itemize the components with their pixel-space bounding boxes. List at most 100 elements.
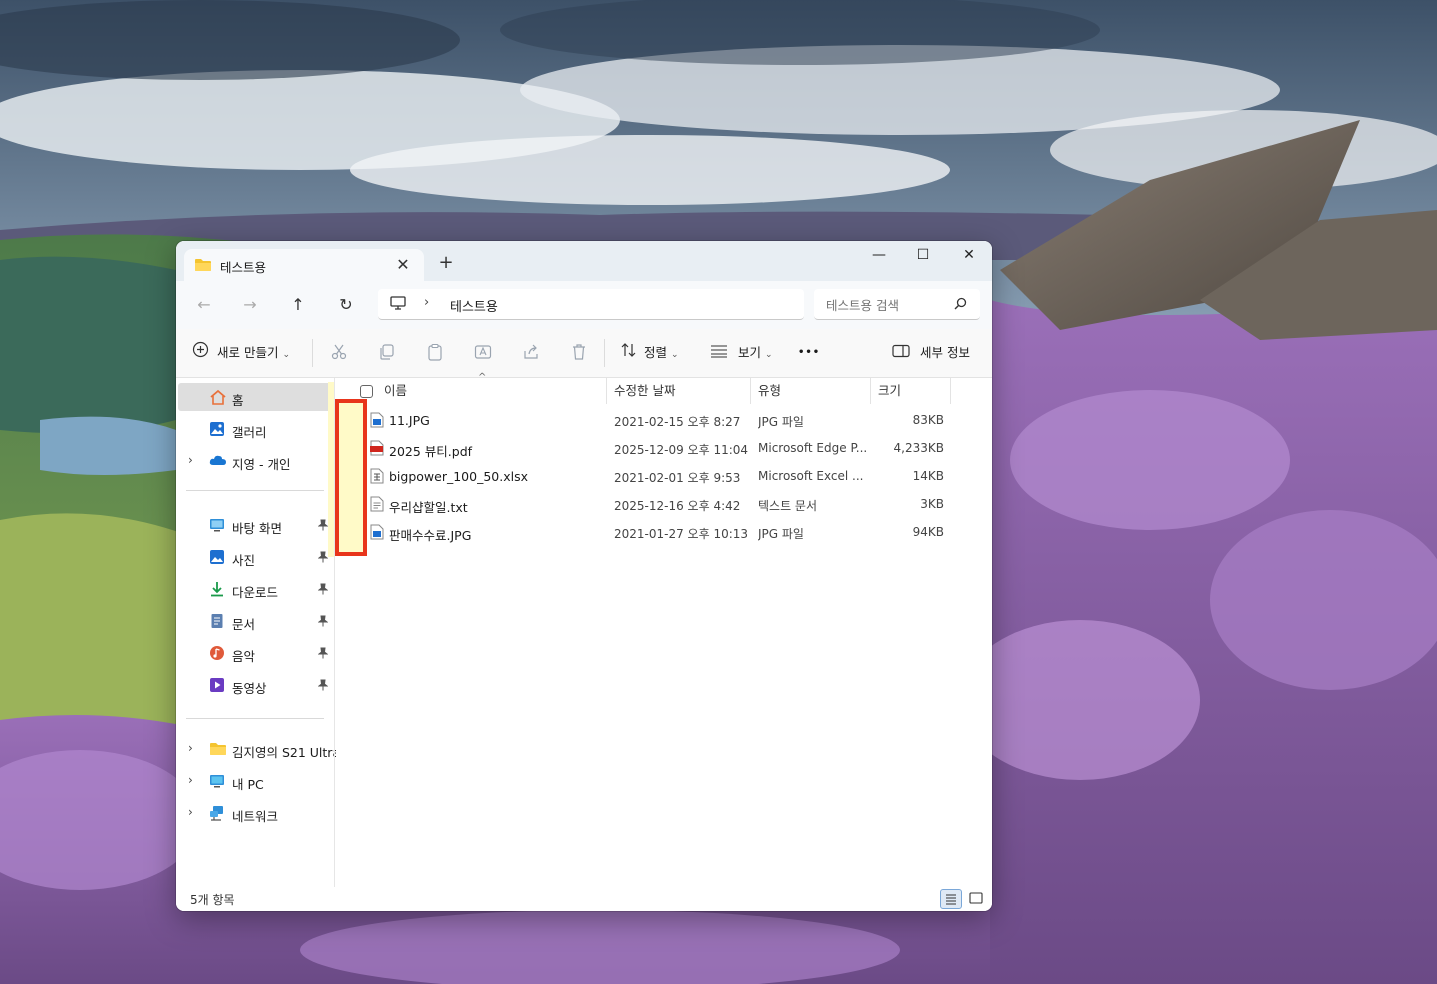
search-icon[interactable] [954, 297, 967, 313]
tab-title: 테스트용 [220, 260, 267, 275]
file-type: JPG 파일 [758, 415, 804, 429]
documents-icon [209, 613, 225, 629]
new-item-button[interactable]: 새로 만들기 ⌄ [192, 341, 290, 365]
pin-icon[interactable] [317, 647, 329, 659]
pin-icon[interactable] [317, 551, 329, 563]
file-row[interactable]: 판매수수료.JPG 2021-01-27 오후 10:13 JPG 파일 94K… [336, 518, 976, 546]
column-header-size[interactable]: 크기 [878, 378, 901, 404]
new-item-label: 새로 만들기 [216, 345, 279, 360]
text-file-icon [370, 496, 384, 512]
minimize-button[interactable]: — [856, 241, 902, 271]
rename-icon[interactable] [474, 343, 494, 363]
tab-close-button[interactable]: ✕ [390, 252, 416, 278]
plus-circle-icon [192, 341, 209, 366]
navigation-pane: 홈 갤러리 › 지영 - 개인 바탕 화면 사진 다운로드 문서 음악 동영상 … [176, 378, 340, 888]
title-bar: 테스트용 ✕ + — ☐ ✕ [176, 241, 992, 281]
view-button[interactable]: 보기 ⌄ [710, 341, 773, 365]
chevron-right-icon[interactable]: › [188, 741, 193, 755]
sidebar-item-gallery[interactable]: 갤러리 [176, 415, 332, 443]
sidebar-item-label: 동영상 [232, 681, 267, 696]
back-button[interactable]: ← [190, 293, 218, 317]
sidebar-item-downloads[interactable]: 다운로드 [176, 575, 332, 603]
search-input[interactable] [824, 294, 948, 316]
toolbar-divider [312, 339, 313, 367]
file-name: 11.JPG [389, 413, 430, 428]
onedrive-icon [209, 453, 226, 469]
pin-icon[interactable] [317, 519, 329, 531]
sidebar-item-phone[interactable]: › 김지영의 S21 Ultra [176, 735, 340, 763]
sidebar-item-music[interactable]: 음악 [176, 639, 332, 667]
sort-button[interactable]: 정렬 ⌄ [620, 341, 679, 365]
tab-test-folder[interactable]: 테스트용 ✕ [184, 249, 424, 281]
monitor-icon [390, 296, 406, 314]
sort-ascending-indicator: ^ [478, 372, 487, 383]
file-date: 2025-12-16 오후 4:42 [614, 499, 741, 513]
search-box[interactable] [814, 289, 980, 320]
sidebar-item-label: 갤러리 [232, 425, 267, 440]
column-header-date[interactable]: 수정한 날짜 [614, 378, 675, 404]
large-icons-view-button[interactable] [966, 889, 988, 909]
file-size: 94KB [912, 525, 944, 539]
sidebar-item-label: 김지영의 S21 Ultra [232, 745, 341, 760]
column-divider[interactable] [870, 378, 871, 404]
sidebar-item-label: 바탕 화면 [232, 521, 282, 536]
column-divider[interactable] [950, 378, 951, 404]
share-icon[interactable] [522, 343, 542, 363]
breadcrumb-current[interactable]: 테스트용 [450, 296, 498, 315]
view-list-icon [710, 342, 728, 366]
toolbar-divider [604, 339, 605, 367]
address-bar[interactable]: › 테스트용 [378, 289, 804, 320]
chevron-right-icon[interactable]: › [188, 453, 193, 467]
home-icon [209, 389, 226, 405]
file-row[interactable]: 11.JPG 2021-02-15 오후 8:27 JPG 파일 83KB [336, 406, 976, 434]
refresh-button[interactable]: ↻ [332, 293, 360, 317]
sidebar-item-onedrive[interactable]: › 지영 - 개인 [176, 447, 332, 475]
column-header-name[interactable]: 이름 [384, 378, 407, 404]
sidebar-item-desktop[interactable]: 바탕 화면 [176, 511, 332, 539]
videos-icon [209, 677, 225, 693]
close-window-button[interactable]: ✕ [946, 241, 992, 271]
details-view-button[interactable] [940, 889, 962, 909]
column-divider[interactable] [750, 378, 751, 404]
chevron-down-icon: ⌄ [765, 350, 773, 360]
details-pane-button[interactable]: 세부 정보 [892, 341, 970, 365]
sidebar-item-network[interactable]: › 네트워크 [176, 799, 332, 827]
desktop-icon [209, 517, 225, 533]
up-button[interactable]: ↑ [284, 293, 312, 317]
pin-icon[interactable] [317, 615, 329, 627]
breadcrumb-separator[interactable]: › [424, 295, 429, 310]
sidebar-item-home[interactable]: 홈 [178, 383, 332, 411]
file-type: Microsoft Edge P... [758, 441, 866, 455]
delete-icon[interactable] [570, 343, 590, 363]
more-options-button[interactable]: ••• [798, 341, 820, 365]
paste-icon[interactable] [426, 343, 446, 363]
sidebar-item-documents[interactable]: 문서 [176, 607, 332, 635]
sidebar-item-pictures[interactable]: 사진 [176, 543, 332, 571]
chevron-right-icon[interactable]: › [188, 805, 193, 819]
file-name: bigpower_100_50.xlsx [389, 469, 528, 484]
image-file-icon [370, 524, 384, 540]
sidebar-item-this-pc[interactable]: › 내 PC [176, 767, 332, 795]
file-name: 우리샵할일.txt [389, 500, 468, 515]
column-divider[interactable] [606, 378, 607, 404]
pin-icon[interactable] [317, 583, 329, 595]
column-header-type[interactable]: 유형 [758, 378, 781, 404]
file-explorer-window: 테스트용 ✕ + — ☐ ✕ ← → ↑ ↻ › 테스트용 테스트용 검색 새로… [176, 241, 992, 911]
file-row[interactable]: 2025 뷰티.pdf 2025-12-09 오후 11:04 Microsof… [336, 434, 976, 462]
file-row[interactable]: 우리샵할일.txt 2025-12-16 오후 4:42 텍스트 문서 3KB [336, 490, 976, 518]
sidebar-divider [186, 490, 324, 491]
copy-icon[interactable] [378, 343, 398, 363]
maximize-button[interactable]: ☐ [900, 241, 946, 271]
chevron-right-icon[interactable]: › [188, 773, 193, 787]
new-tab-button[interactable]: + [434, 251, 458, 275]
select-all-checkbox[interactable] [360, 385, 373, 398]
chevron-down-icon: ⌄ [671, 350, 679, 360]
sidebar-item-videos[interactable]: 동영상 [176, 671, 332, 699]
file-date: 2021-02-15 오후 8:27 [614, 415, 741, 429]
pin-icon[interactable] [317, 679, 329, 691]
file-row[interactable]: bigpower_100_50.xlsx 2021-02-01 오후 9:53 … [336, 462, 976, 490]
forward-button[interactable]: → [236, 293, 264, 317]
cut-icon[interactable] [330, 343, 350, 363]
folder-icon [194, 257, 212, 276]
sidebar-item-label: 사진 [232, 553, 256, 568]
